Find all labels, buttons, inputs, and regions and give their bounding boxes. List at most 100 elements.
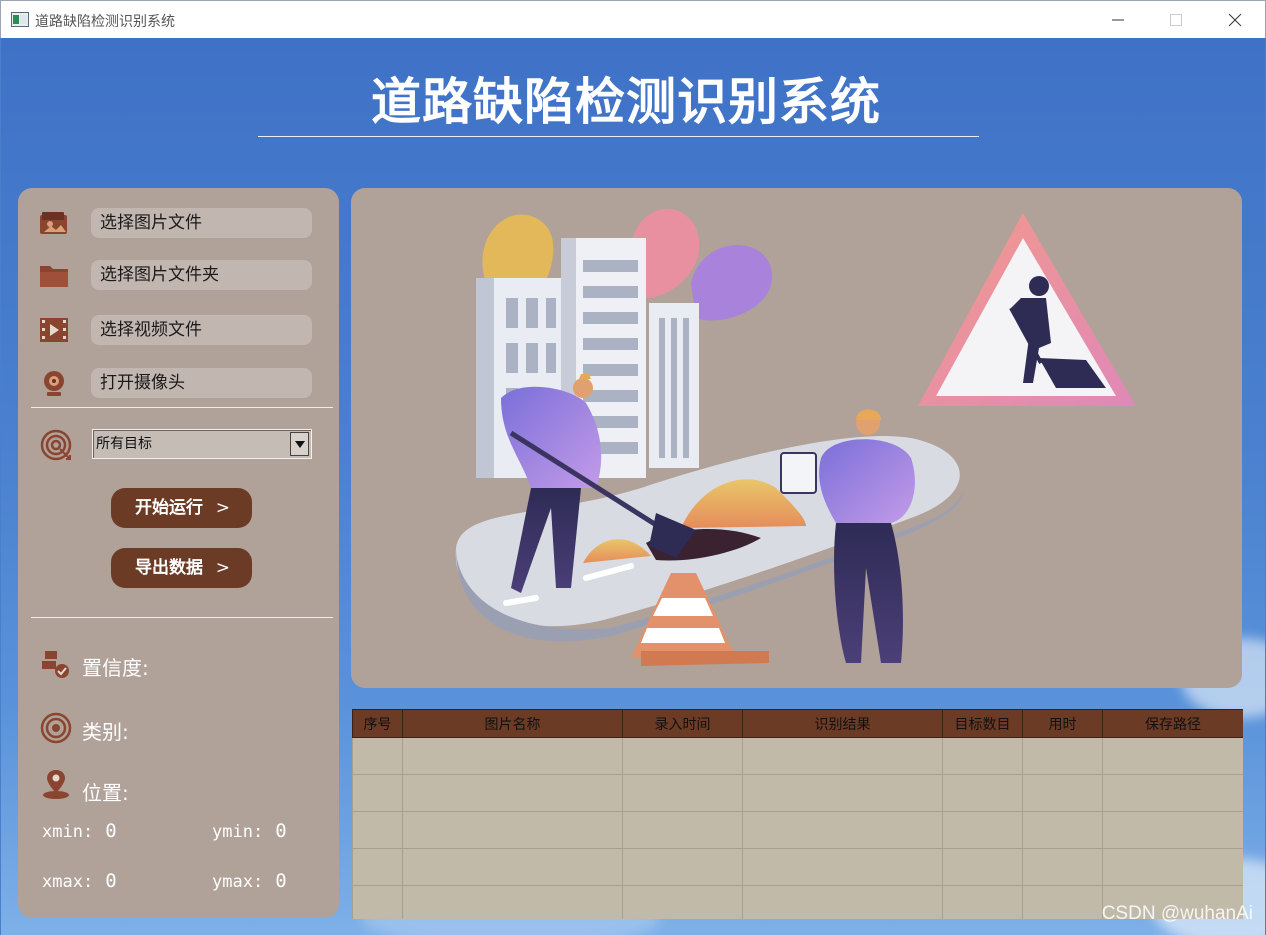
maximize-button[interactable] [1147, 1, 1205, 38]
table-cell[interactable] [1102, 811, 1243, 849]
watermark: CSDN @wuhanAi [1101, 903, 1253, 924]
table-cell[interactable] [1102, 737, 1243, 775]
table-cell[interactable] [1022, 885, 1103, 919]
window-title: 道路缺陷检测识别系统 [35, 14, 175, 30]
column-header[interactable]: 录入时间 [622, 709, 743, 738]
maximize-icon [1170, 13, 1182, 26]
folder-icon [40, 266, 68, 287]
position-label: 位置: [82, 781, 129, 805]
xmax-readout: xmax: 0 [42, 870, 117, 892]
table-cell[interactable] [1022, 774, 1103, 812]
table-cell[interactable] [1022, 848, 1103, 886]
select-image-folder-button[interactable]: 选择图片文件夹 [91, 260, 312, 290]
table-cell[interactable] [402, 885, 623, 919]
table-cell[interactable] [942, 848, 1023, 886]
xmin-readout: xmin: 0 [42, 820, 117, 842]
target-icon [40, 429, 72, 461]
column-header[interactable]: 识别结果 [742, 709, 943, 738]
column-header[interactable]: 图片名称 [402, 709, 623, 738]
table-cell[interactable] [942, 811, 1023, 849]
table-cell[interactable] [742, 774, 943, 812]
table-cell[interactable] [942, 774, 1023, 812]
location-pin-icon [43, 770, 69, 799]
ymax-label: ymax: [212, 872, 264, 892]
menu-row-video-file: 选择视频文件 [18, 312, 339, 348]
table-cell[interactable] [622, 774, 743, 812]
table-cell[interactable] [1102, 848, 1243, 886]
table-cell[interactable] [352, 885, 403, 919]
select-image-file-button[interactable]: 选择图片文件 [91, 208, 312, 238]
road-construction-illustration [455, 208, 1136, 666]
table-row[interactable] [352, 848, 1243, 886]
export-button-label: 导出数据 [135, 558, 203, 578]
table-cell[interactable] [402, 811, 623, 849]
chevron-right-icon: > [215, 498, 230, 518]
table-cell[interactable] [742, 848, 943, 886]
column-header[interactable]: 目标数目 [942, 709, 1023, 738]
table-row[interactable] [352, 774, 1243, 812]
column-header[interactable]: 保存路径 [1102, 709, 1243, 738]
table-cell[interactable] [622, 848, 743, 886]
table-cell[interactable] [352, 811, 403, 849]
video-file-icon [40, 318, 68, 342]
table-cell[interactable] [622, 811, 743, 849]
chevron-down-icon[interactable] [290, 432, 309, 456]
image-file-icon [40, 212, 67, 234]
target-select[interactable]: 所有目标 [92, 429, 312, 459]
confidence-label: 置信度: [82, 656, 149, 680]
app-window: 道路缺陷检测识别系统 选择图片文件 选择图片文件夹 选择视频文件 打开摄像头 所… [1, 38, 1265, 935]
target-select-value: 所有目标 [96, 436, 152, 452]
app-icon [11, 12, 29, 27]
select-video-file-button[interactable]: 选择视频文件 [91, 315, 312, 345]
table-row[interactable] [352, 811, 1243, 849]
camera-icon [44, 371, 64, 396]
table-header-row: 序号 图片名称 录入时间 识别结果 目标数目 用时 保存路径 [352, 709, 1243, 738]
table-cell[interactable] [622, 737, 743, 775]
page-title: 道路缺陷检测识别系统 [371, 73, 881, 131]
window-titlebar: 道路缺陷检测识别系统 [0, 0, 1266, 38]
close-button[interactable] [1206, 1, 1264, 38]
ymin-value: 0 [275, 820, 287, 842]
table-cell[interactable] [402, 737, 623, 775]
image-display-panel [351, 188, 1242, 688]
menu-row-camera: 打开摄像头 [18, 365, 339, 401]
title-divider [258, 136, 979, 137]
table-cell[interactable] [622, 885, 743, 919]
table-cell[interactable] [742, 885, 943, 919]
table-cell[interactable] [742, 811, 943, 849]
ymax-readout: ymax: 0 [212, 870, 287, 892]
table-cell[interactable] [352, 848, 403, 886]
start-button-label: 开始运行 [135, 498, 203, 518]
xmax-value: 0 [105, 870, 117, 892]
minimize-button[interactable] [1089, 1, 1147, 38]
table-cell[interactable] [942, 885, 1023, 919]
xmax-label: xmax: [42, 872, 94, 892]
table-cell[interactable] [1022, 737, 1103, 775]
menu-row-image-folder: 选择图片文件夹 [18, 257, 339, 293]
start-button[interactable]: 开始运行 > [111, 488, 252, 528]
table-cell[interactable] [1102, 774, 1243, 812]
table-cell[interactable] [942, 737, 1023, 775]
table-cell[interactable] [1022, 811, 1103, 849]
ymax-value: 0 [275, 870, 287, 892]
control-panel: 选择图片文件 选择图片文件夹 选择视频文件 打开摄像头 所有目标 开始运行 > … [18, 188, 339, 918]
export-button[interactable]: 导出数据 > [111, 548, 252, 588]
ymin-readout: ymin: 0 [212, 820, 287, 842]
minimize-icon [1112, 19, 1124, 20]
class-label: 类别: [82, 720, 129, 744]
table-cell[interactable] [352, 774, 403, 812]
close-icon [1228, 13, 1242, 26]
results-table[interactable]: 序号 图片名称 录入时间 识别结果 目标数目 用时 保存路径 [352, 709, 1243, 919]
menu-row-image-file: 选择图片文件 [18, 205, 339, 241]
chevron-right-icon: > [215, 558, 230, 578]
column-header[interactable]: 用时 [1022, 709, 1103, 738]
xmin-value: 0 [105, 820, 117, 842]
column-header[interactable]: 序号 [352, 709, 403, 738]
table-cell[interactable] [402, 848, 623, 886]
table-cell[interactable] [352, 737, 403, 775]
xmin-label: xmin: [42, 822, 94, 842]
table-cell[interactable] [742, 737, 943, 775]
open-camera-button[interactable]: 打开摄像头 [91, 368, 312, 398]
table-cell[interactable] [402, 774, 623, 812]
table-row[interactable] [352, 737, 1243, 775]
